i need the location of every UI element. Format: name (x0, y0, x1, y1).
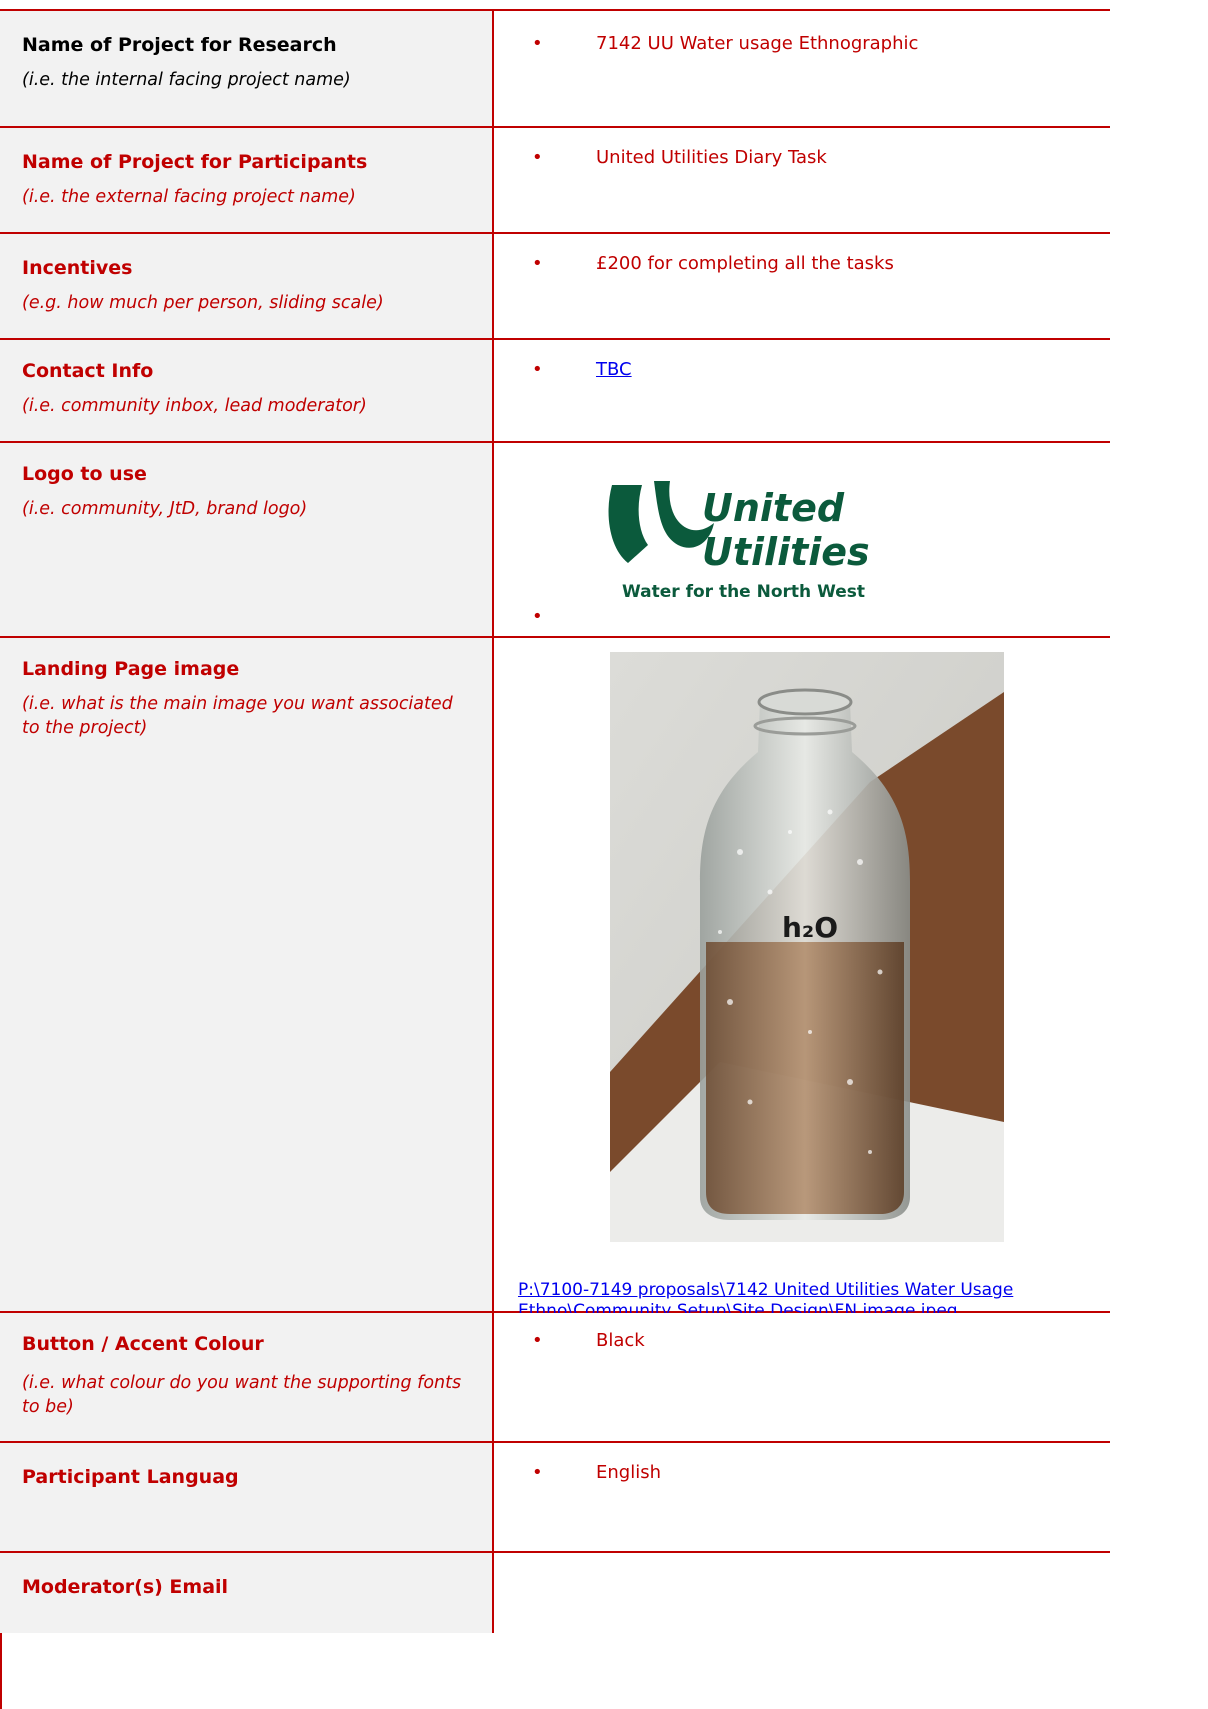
row-label: Moderator(s) Email (22, 1576, 229, 1598)
row-hint: (i.e. the internal facing project name) (22, 70, 351, 90)
value-cell (496, 1553, 1110, 1633)
label-cell: Landing Page image (i.e. what is the mai… (0, 638, 494, 1311)
row-hint: (e.g. how much per person, sliding scale… (22, 293, 384, 313)
row-participant-language: Participant Languag • English (0, 1443, 1110, 1553)
row-hint: (i.e. the external facing project name) (22, 187, 356, 207)
value-cell: • £200 for completing all the tasks (496, 234, 1110, 338)
bullet-icon: • (532, 253, 543, 274)
label-cell: Logo to use (i.e. community, JtD, brand … (0, 443, 494, 636)
row-moderator-email: Moderator(s) Email (0, 1553, 1110, 1633)
value-cell: • 7142 UU Water usage Ethnographic (496, 11, 1110, 126)
row-label: Name of Project for Research (22, 34, 337, 56)
row-value: 7142 UU Water usage Ethnographic (596, 33, 919, 54)
value-cell: • United Utilities Diary Task (496, 128, 1110, 232)
value-cell: • Black (496, 1313, 1110, 1441)
bullet-item: • Black (532, 1329, 645, 1353)
united-utilities-logo: United Utilities Water for the North Wes… (608, 481, 870, 601)
row-label: Name of Project for Participants (22, 151, 368, 173)
label-cell: Button / Accent Colour (i.e. what colour… (0, 1313, 494, 1441)
label-cell: Participant Languag (0, 1443, 494, 1551)
logo-tagline: Water for the North West (622, 582, 865, 601)
bullet-item: • United Utilities Diary Task (532, 146, 827, 170)
row-value: £200 for completing all the tasks (596, 253, 894, 274)
row-label: Logo to use (22, 463, 147, 485)
row-label: Landing Page image (22, 658, 240, 680)
row-value: Black (596, 1330, 645, 1351)
bullet-icon: • (532, 1330, 543, 1351)
label-cell: Name of Project for Participants (i.e. t… (0, 128, 494, 232)
logo-mark-icon (608, 481, 714, 563)
bullet-icon: • (532, 147, 543, 168)
row-label: Incentives (22, 257, 133, 279)
bullet-icon: • (532, 33, 543, 54)
value-cell: United Utilities Water for the North Wes… (496, 443, 1110, 636)
bullet-icon: • (532, 359, 543, 380)
row-hint: (i.e. what colour do you want the suppor… (22, 1373, 462, 1417)
row-landing-image: Landing Page image (i.e. what is the mai… (0, 638, 1110, 1321)
row-hint: (i.e. community, JtD, brand logo) (22, 499, 308, 519)
project-setup-table: Name of Project for Research (i.e. the i… (0, 9, 1110, 1633)
row-label: Button / Accent Colour (22, 1333, 264, 1355)
label-cell: Incentives (e.g. how much per person, sl… (0, 234, 494, 338)
row-label: Participant Languag (22, 1466, 239, 1488)
value-cell: • TBC (496, 340, 1110, 441)
row-hint: (i.e. what is the main image you want as… (22, 694, 453, 738)
logo-line2: Utilities (702, 530, 870, 574)
row-participant-name: Name of Project for Participants (i.e. t… (0, 128, 1110, 234)
label-cell: Moderator(s) Email (0, 1553, 494, 1633)
row-value: United Utilities Diary Task (596, 147, 827, 168)
row-accent-colour: Button / Accent Colour (i.e. what colour… (0, 1313, 1110, 1443)
label-cell: Contact Info (i.e. community inbox, lead… (0, 340, 494, 441)
row-research-name: Name of Project for Research (i.e. the i… (0, 9, 1110, 128)
logo-line1: United (702, 486, 845, 530)
contact-link[interactable]: TBC (596, 359, 632, 380)
row-hint: (i.e. community inbox, lead moderator) (22, 396, 367, 416)
bullet-icon: • (532, 1462, 543, 1483)
label-cell: Name of Project for Research (i.e. the i… (0, 11, 494, 126)
row-value: English (596, 1462, 661, 1483)
bullet-item: • £200 for completing all the tasks (532, 252, 894, 276)
value-cell: h₂O P:\7100-7149 proposals\7142 United U… (496, 638, 1110, 1321)
bottle-label: h₂O (782, 911, 838, 944)
row-incentives: Incentives (e.g. how much per person, sl… (0, 234, 1110, 340)
row-contact-info: Contact Info (i.e. community inbox, lead… (0, 340, 1110, 443)
value-cell: • English (496, 1443, 1110, 1551)
row-logo: Logo to use (i.e. community, JtD, brand … (0, 443, 1110, 638)
bullet-item: • English (532, 1461, 661, 1485)
bullet-item: • 7142 UU Water usage Ethnographic (532, 32, 918, 56)
water-bottle-photo: h₂O (610, 652, 1004, 1242)
row-label: Contact Info (22, 360, 154, 382)
bullet-item: • TBC (532, 358, 632, 382)
bullet-icon: • (532, 606, 543, 627)
bullet-item: • (532, 605, 596, 629)
